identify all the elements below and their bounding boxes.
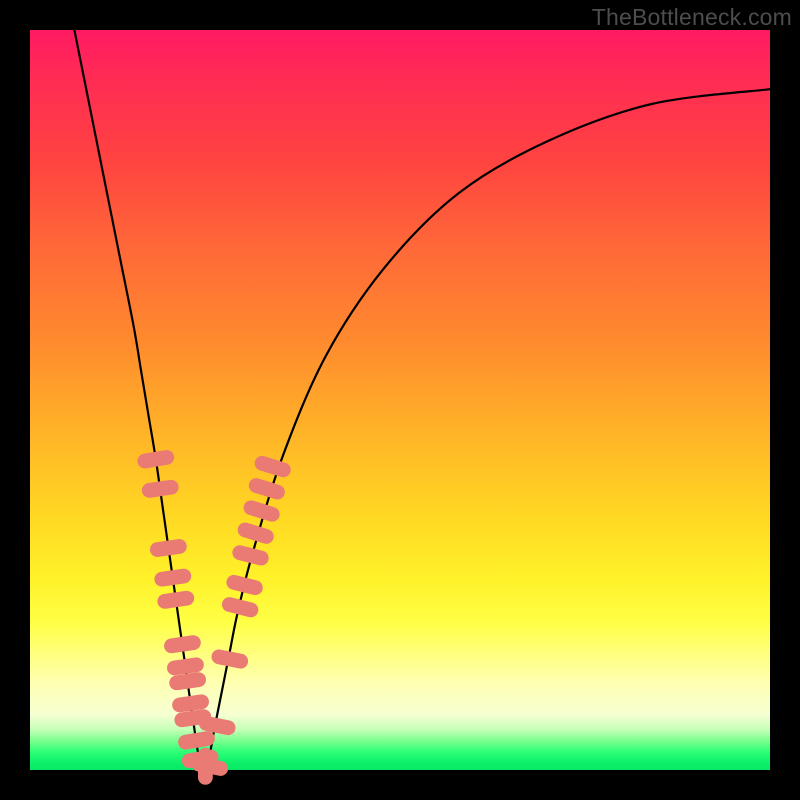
data-marker (153, 568, 192, 588)
bottleneck-curve (74, 30, 770, 768)
data-marker (136, 449, 175, 470)
data-marker (163, 634, 202, 654)
watermark-text: TheBottleneck.com (592, 4, 792, 31)
data-marker (149, 538, 188, 558)
data-marker (247, 476, 287, 501)
data-marker (141, 479, 180, 499)
data-marker (253, 454, 293, 479)
chart-frame: TheBottleneck.com (0, 0, 800, 800)
data-marker (156, 590, 195, 610)
data-marker (225, 573, 264, 596)
chart-svg (30, 30, 770, 770)
plot-area (30, 30, 770, 770)
